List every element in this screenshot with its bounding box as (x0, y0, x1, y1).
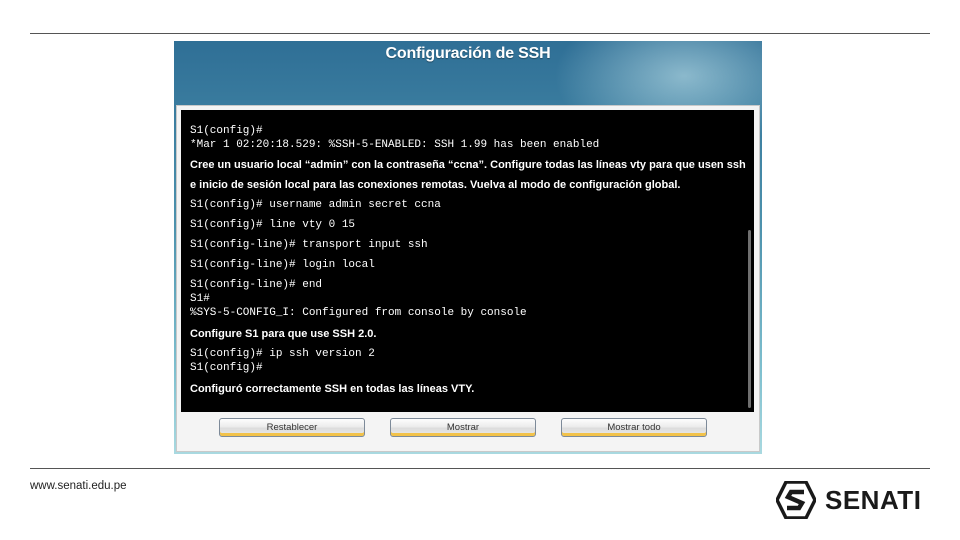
simulator-title: Configuración de SSH (385, 45, 551, 62)
terminal-line: S1(config)# line vty 0 15 (190, 219, 356, 231)
terminal-line: S1(config-line)# transport input ssh (190, 239, 428, 251)
ssh-simulator: Configuración de SSH S1(config)# *Mar 1 … (174, 41, 762, 454)
simulator-body: S1(config)# *Mar 1 02:20:18.529: %SSH-5-… (176, 105, 760, 452)
terminal-line: S1(config)# username admin secret ccna (190, 199, 441, 211)
terminal-line: S1(config)# ip ssh version 2 (190, 348, 375, 360)
reset-button[interactable]: Restablecer (219, 418, 365, 437)
top-divider (30, 33, 930, 34)
terminal-line: S1(config-line)# end (190, 279, 323, 291)
instruction-text: Configuró correctamente SSH en todas las… (190, 383, 475, 395)
instruction-text: Cree un usuario local “admin” con la con… (190, 159, 746, 171)
terminal-scrollbar[interactable] (746, 110, 754, 412)
terminal-line: %SYS-5-CONFIG_I: Configured from console… (190, 307, 527, 319)
terminal-line: S1(config)# (190, 362, 263, 374)
show-all-button[interactable]: Mostrar todo (561, 418, 707, 437)
terminal-line: *Mar 1 02:20:18.529: %SSH-5-ENABLED: SSH… (190, 139, 600, 151)
terminal-line: S1(config-line)# login local (190, 259, 375, 271)
terminal-line: S1(config)# (190, 125, 263, 137)
senati-logo: SENATI (776, 481, 936, 519)
logo-text: SENATI (825, 485, 922, 515)
footer-url: www.senati.edu.pe (30, 480, 127, 492)
terminal-window[interactable]: S1(config)# *Mar 1 02:20:18.529: %SSH-5-… (181, 110, 754, 412)
instruction-text: Configure S1 para que use SSH 2.0. (190, 328, 377, 340)
instruction-text: e inicio de sesión local para las conexi… (190, 179, 681, 191)
scrollbar-thumb[interactable] (748, 230, 751, 408)
bottom-divider (30, 468, 930, 469)
button-bar: Restablecer Mostrar Mostrar todo (177, 418, 759, 440)
show-button[interactable]: Mostrar (390, 418, 536, 437)
terminal-line: S1# (190, 293, 210, 305)
senati-logo-icon (776, 481, 816, 519)
